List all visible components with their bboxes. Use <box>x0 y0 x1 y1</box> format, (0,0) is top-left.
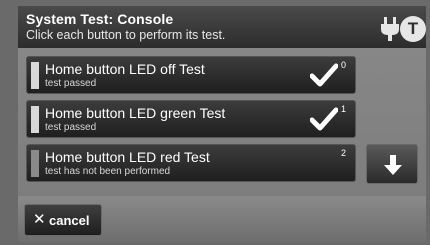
header-bar: System Test: Console Click each button t… <box>18 6 426 48</box>
page-subtitle: Click each button to perform its test. <box>26 28 226 42</box>
test-status: test passed <box>45 78 97 89</box>
test-status: test passed <box>45 122 97 133</box>
test-row-led-off[interactable]: Home button LED off Test test passed 0 <box>26 56 356 94</box>
row-indicator <box>31 62 39 89</box>
cancel-label: cancel <box>49 213 90 228</box>
test-number: 0 <box>341 60 347 70</box>
test-row-led-green[interactable]: Home button LED green Test test passed 1 <box>26 100 356 138</box>
plug-icon <box>381 17 399 41</box>
footer-bar: ✕ cancel <box>18 196 426 242</box>
test-name: Home button LED red Test <box>45 149 210 165</box>
page-title: System Test: Console <box>26 11 174 27</box>
check-icon <box>310 107 338 131</box>
arrow-down-icon <box>384 155 402 175</box>
test-row-led-red[interactable]: Home button LED red Test test has not be… <box>26 144 356 182</box>
cancel-button[interactable]: ✕ cancel <box>24 204 102 236</box>
scroll-down-button[interactable] <box>366 144 418 184</box>
row-indicator <box>31 106 39 133</box>
check-icon <box>310 63 338 87</box>
test-number: 2 <box>341 148 347 158</box>
console-test-screen: System Test: Console Click each button t… <box>18 6 426 242</box>
t-badge-icon: T <box>400 16 426 42</box>
test-name: Home button LED green Test <box>45 105 226 121</box>
row-indicator <box>31 150 39 177</box>
test-number: 1 <box>341 104 347 114</box>
test-name: Home button LED off Test <box>45 61 205 77</box>
test-status: test has not been performed <box>45 166 171 177</box>
x-icon: ✕ <box>33 211 46 228</box>
